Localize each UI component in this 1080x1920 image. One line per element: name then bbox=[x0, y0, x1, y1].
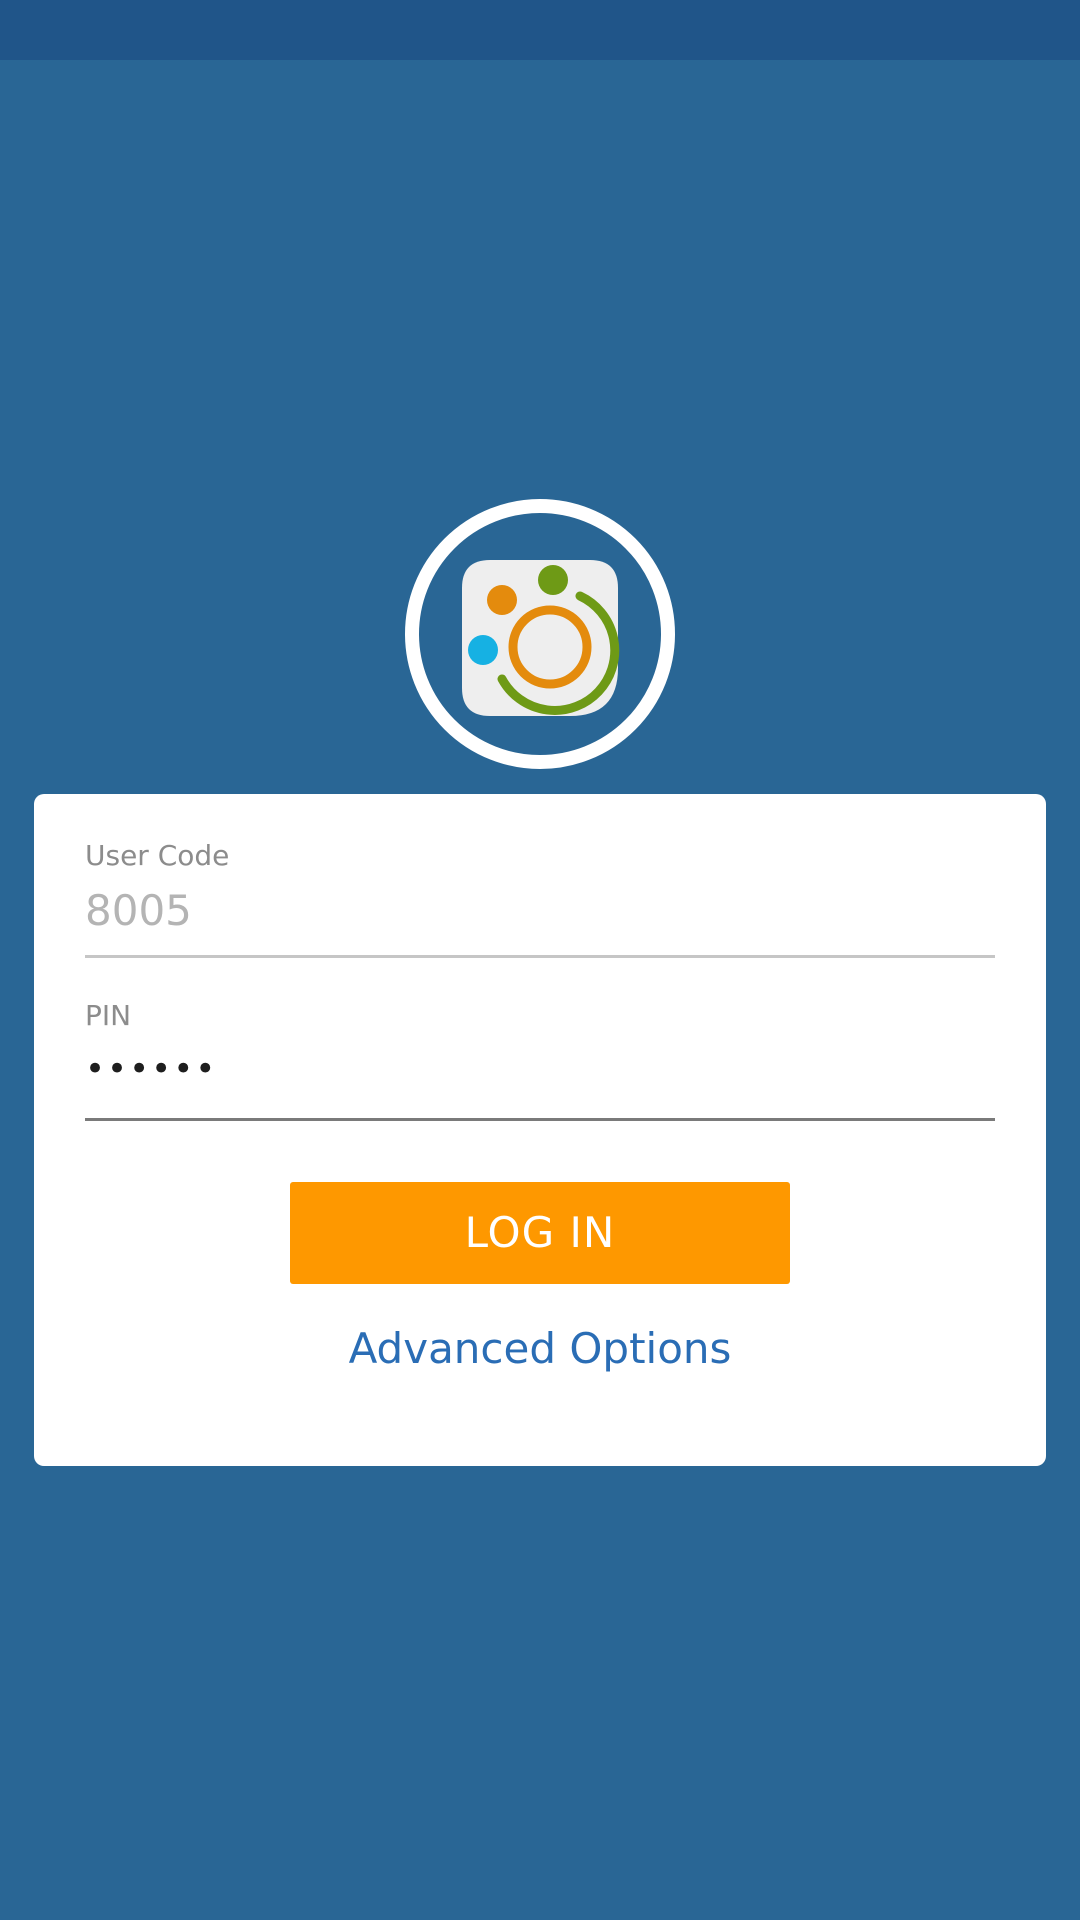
user-code-underline bbox=[85, 955, 995, 958]
user-code-input[interactable]: 8005 bbox=[85, 886, 192, 935]
status-bar bbox=[0, 0, 1080, 60]
logo-ring bbox=[405, 499, 675, 769]
login-card: User Code 8005 PIN •••••• LOG IN Advance… bbox=[34, 794, 1046, 1466]
user-code-label: User Code bbox=[85, 839, 230, 872]
app-logo-icon bbox=[462, 560, 620, 716]
login-button[interactable]: LOG IN bbox=[290, 1182, 790, 1284]
pin-label: PIN bbox=[85, 999, 132, 1032]
pin-underline bbox=[85, 1118, 995, 1121]
advanced-options-link[interactable]: Advanced Options bbox=[34, 1324, 1046, 1373]
pin-input[interactable]: •••••• bbox=[85, 1049, 217, 1089]
